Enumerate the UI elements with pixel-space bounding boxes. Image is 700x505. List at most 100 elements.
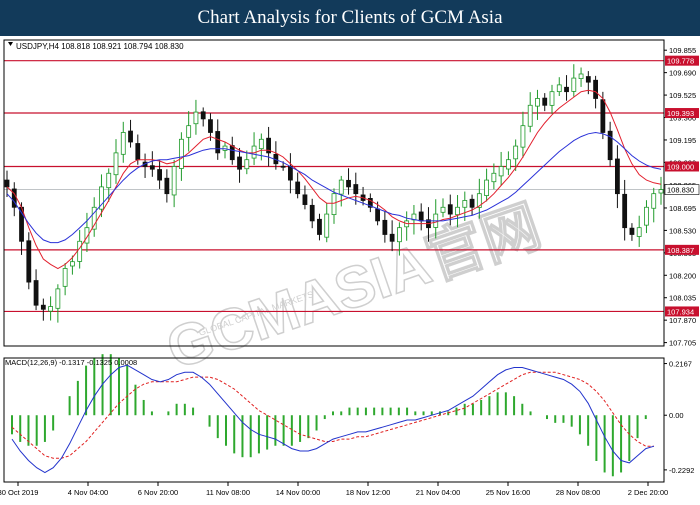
candle-body (622, 193, 628, 229)
banner-title: Chart Analysis for Clients of GCM Asia (0, 0, 700, 36)
moving-average-red (6, 89, 662, 270)
last-price-label: 108.830 (667, 186, 694, 195)
y-tick-label: 108.035 (669, 294, 696, 303)
x-tick-label: 28 Nov 08:00 (556, 488, 601, 497)
y-tick-label: 107.705 (669, 339, 696, 348)
y-tick-label: 108.200 (669, 271, 696, 280)
candle-body (513, 145, 519, 160)
watermark-text: GCMASIA官网 (159, 193, 549, 381)
price-panel-header: USDJPY,H4 108.818 108.921 108.794 108.83… (16, 42, 184, 51)
candle-body (338, 179, 344, 195)
candle-body (505, 159, 511, 170)
candle-body (70, 261, 75, 267)
candle-body (186, 125, 192, 138)
candle-body (157, 169, 163, 181)
y-tick-label: 108.695 (669, 204, 696, 213)
candle-body (331, 193, 337, 216)
x-tick-label: 6 Nov 20:00 (138, 488, 178, 497)
candle-body (302, 194, 308, 205)
candle-body (193, 111, 199, 125)
macd-panel-header: MACD(12,26,9) -0.1317 -0.1325 0.0008 (5, 358, 137, 367)
candle-body (549, 91, 555, 106)
candle-body (324, 213, 330, 238)
candle-body (607, 130, 613, 161)
candle-body (48, 306, 53, 312)
dropdown-triangle-icon (8, 42, 13, 46)
macd-y-tick-label: 0.2167 (669, 360, 692, 369)
candle-body (658, 189, 664, 194)
y-tick-label: 109.690 (669, 69, 696, 78)
candle-body (353, 184, 359, 195)
candle-body (135, 143, 141, 161)
level-tag-label: 108.387 (667, 246, 694, 255)
candle-body (309, 204, 315, 222)
candle-body (585, 76, 591, 83)
candle-body (295, 181, 301, 195)
y-tick-label: 108.530 (669, 226, 696, 235)
candle-body (491, 172, 497, 183)
candle-body (571, 77, 577, 92)
x-tick-label: 11 Nov 08:00 (206, 488, 250, 497)
x-tick-label: 21 Nov 04:00 (416, 488, 461, 497)
candle-body (62, 268, 68, 287)
candle-body (244, 159, 250, 170)
x-tick-label: 4 Nov 04:00 (68, 488, 108, 497)
candle-body (498, 166, 504, 177)
candle-body (520, 125, 526, 148)
candle-body (171, 166, 177, 196)
candle-body (629, 227, 635, 235)
candle-body (447, 204, 453, 215)
candle-body (208, 119, 213, 133)
candle-body (484, 179, 490, 196)
candle-body (287, 165, 293, 181)
candle-body (164, 177, 170, 195)
moving-average-blue (6, 131, 662, 244)
candle-body (542, 97, 548, 106)
candle-body (222, 145, 228, 151)
candle-body (26, 240, 32, 283)
candle-body (600, 99, 606, 133)
candle-body (535, 98, 540, 107)
candle-body (651, 193, 657, 209)
y-tick-label: 107.870 (669, 316, 696, 325)
macd-y-tick-label: -0.2292 (669, 466, 694, 475)
candle-body (382, 219, 388, 235)
candle-body (113, 152, 119, 176)
level-tag-label: 109.778 (667, 57, 694, 66)
candle-body (389, 233, 395, 242)
candle-body (455, 206, 460, 216)
candle-body (556, 84, 562, 93)
candle-body (346, 179, 351, 188)
macd-y-tick-label: 0.00 (669, 411, 684, 420)
candle-body (55, 288, 61, 309)
y-tick-label: 109.195 (669, 136, 696, 145)
x-tick-label: 14 Nov 00:00 (276, 488, 321, 497)
candle-body (280, 165, 286, 168)
candle-body (178, 138, 184, 169)
x-tick-label: 2 Dec 20:00 (628, 488, 668, 497)
candle-body (106, 172, 112, 189)
candle-body (128, 130, 133, 143)
level-tag-label: 107.934 (667, 307, 694, 316)
candle-body (578, 73, 584, 79)
level-tag-label: 109.393 (667, 109, 694, 118)
candle-body (644, 206, 649, 226)
x-tick-label: 30 Oct 2019 (0, 488, 38, 497)
candle-body (462, 200, 468, 208)
candle-body (317, 218, 322, 235)
macd-main-line (11, 364, 655, 474)
candle-body (4, 179, 10, 188)
candle-body (40, 304, 46, 310)
candle-body (469, 198, 475, 208)
candle-body (440, 206, 446, 213)
candle-body (200, 111, 206, 120)
y-tick-label: 109.855 (669, 46, 696, 55)
macd-panel (11, 354, 655, 477)
candle-body (593, 79, 598, 99)
level-tag-label: 109.000 (667, 162, 694, 171)
chart-area: GCMASIA官网 GLOBAL CAPITAL MARKETS 109.855… (0, 36, 700, 500)
watermark: GCMASIA官网 GLOBAL CAPITAL MARKETS (158, 193, 549, 383)
candle-body (258, 138, 264, 150)
candle-body (229, 145, 235, 161)
candle-body (564, 86, 569, 93)
